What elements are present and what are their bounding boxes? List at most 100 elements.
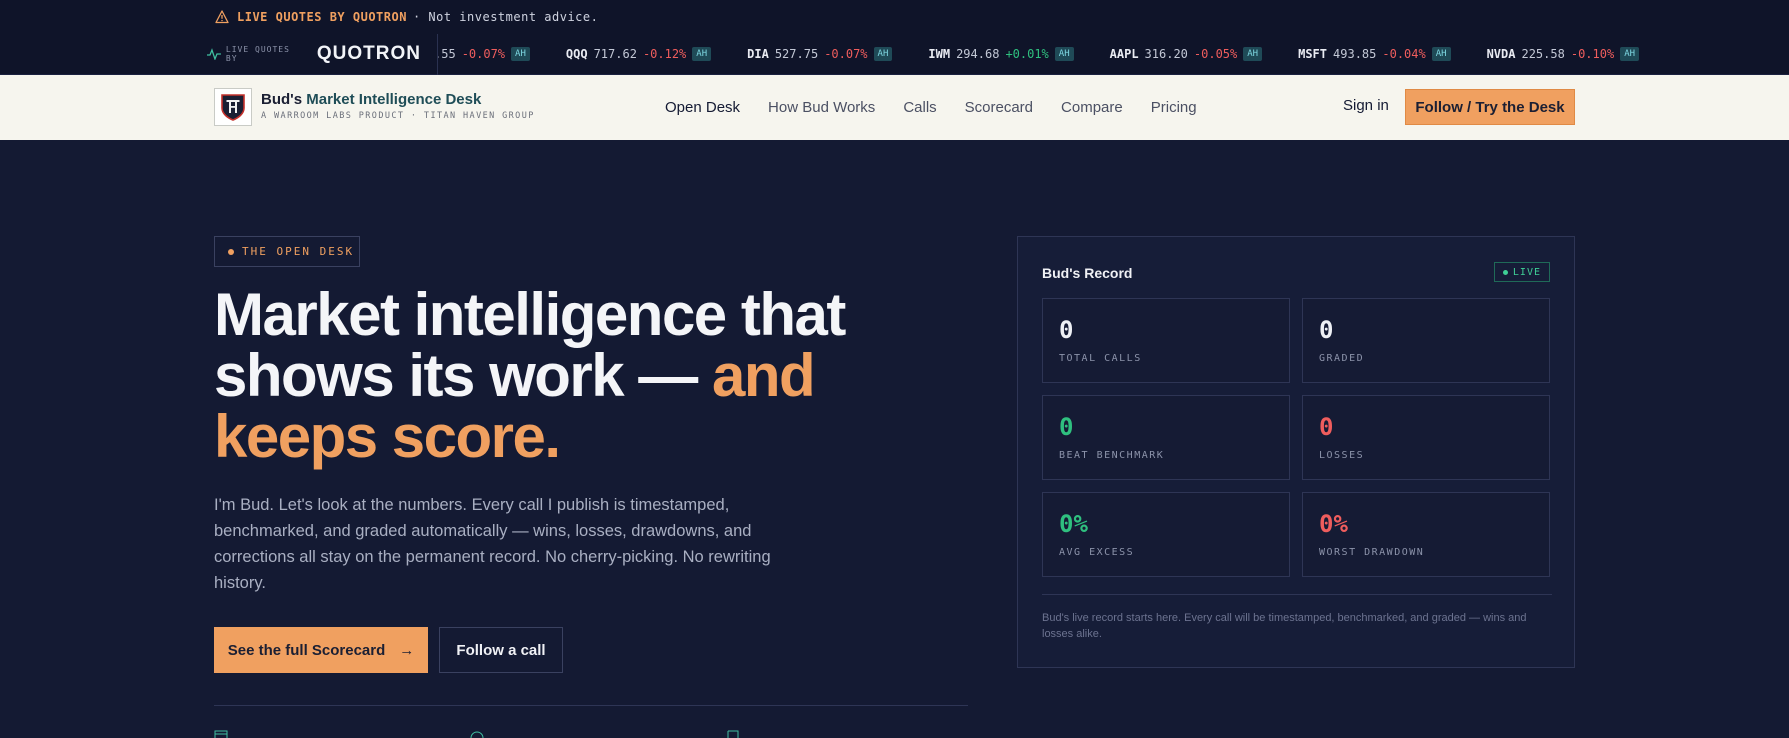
eyebrow-text: THE OPEN DESK bbox=[242, 245, 355, 258]
ticker-symbol: QQQ bbox=[565, 47, 588, 61]
eyebrow-badge: THE OPEN DESK bbox=[214, 236, 360, 267]
stat-value: 0 bbox=[1319, 413, 1334, 441]
follow-call-button[interactable]: Follow a call bbox=[439, 627, 563, 673]
ticker-badge: AH bbox=[1243, 47, 1263, 61]
nav-compare[interactable]: Compare bbox=[1061, 99, 1123, 116]
shield-logo-icon bbox=[221, 94, 245, 121]
ticker-price: 225.58 bbox=[1521, 47, 1565, 61]
see-scorecard-button[interactable]: See the full Scorecard → bbox=[214, 627, 428, 673]
ticker-badge: AH bbox=[873, 47, 893, 61]
ticker-brand-label: LIVE QUOTES BY bbox=[225, 45, 290, 63]
ticker-badge: AH bbox=[1620, 47, 1640, 61]
stat-label: WORST DRAWDOWN bbox=[1319, 547, 1425, 558]
sign-in-link[interactable]: Sign in bbox=[1343, 97, 1389, 114]
ticker-price: 493.85 bbox=[1333, 47, 1377, 61]
titan-haven-logo[interactable] bbox=[214, 88, 252, 126]
card-divider bbox=[1042, 594, 1552, 595]
stat-label: TOTAL CALLS bbox=[1059, 353, 1142, 364]
stat-label: LOSSES bbox=[1319, 450, 1365, 461]
ticker-symbol: MSFT bbox=[1298, 47, 1328, 61]
ticker-change: -0.05% bbox=[1193, 47, 1238, 61]
stat-avg-excess: 0% AVG EXCESS bbox=[1042, 492, 1290, 577]
stat-value: 0 bbox=[1319, 316, 1334, 344]
stat-graded: 0 GRADED bbox=[1302, 298, 1550, 383]
banner-strong-text: LIVE QUOTES BY QUOTRON bbox=[237, 10, 407, 24]
ticker-price: 527.75 bbox=[774, 47, 819, 61]
brand-name: Bud's bbox=[261, 91, 303, 108]
stat-label: AVG EXCESS bbox=[1059, 547, 1135, 558]
live-dot bbox=[1502, 269, 1508, 275]
ticker-change: -0.07% bbox=[824, 47, 868, 61]
record-card: Bud's Record LIVE 0 TOTAL CALLS 0 GRADED… bbox=[1017, 236, 1575, 668]
stat-beat-benchmark: 0 BEAT BENCHMARK bbox=[1042, 395, 1290, 480]
stats-grid: 0 TOTAL CALLS 0 GRADED 0 BEAT BENCHMARK … bbox=[1042, 298, 1552, 577]
navbar: Bud's Market Intelligence Desk A WARROOM… bbox=[0, 75, 1789, 140]
stat-label: BEAT BENCHMARK bbox=[1059, 450, 1165, 461]
ticker-badge: AH bbox=[1431, 47, 1451, 61]
stat-worst-drawdown: 0% WORST DRAWDOWN bbox=[1302, 492, 1550, 577]
disclaimer-banner: LIVE QUOTES BY QUOTRON · Not investment … bbox=[0, 0, 1789, 34]
brand-accent: Market Intelligence Desk bbox=[306, 91, 482, 108]
ticker-symbol: IWM bbox=[928, 47, 951, 61]
pulse-icon bbox=[207, 48, 221, 60]
nav-calls[interactable]: Calls bbox=[903, 99, 936, 116]
shield-icon bbox=[727, 730, 739, 738]
ticker-badge: AH bbox=[511, 47, 530, 61]
nav-links: Open Desk How Bud Works Calls Scorecard … bbox=[665, 75, 1225, 140]
stat-label: GRADED bbox=[1319, 353, 1365, 364]
see-scorecard-label: See the full Scorecard bbox=[227, 641, 386, 659]
brand-title: Bud's Market Intelligence Desk bbox=[261, 91, 535, 108]
ticker-symbol: NVDA bbox=[1486, 47, 1516, 61]
ticker-change: -0.07% bbox=[461, 47, 506, 61]
nav-open-desk[interactable]: Open Desk bbox=[665, 99, 740, 116]
ticker-price: .55 bbox=[438, 47, 456, 61]
ticker-change: -0.10% bbox=[1570, 47, 1615, 61]
ticker-change: -0.04% bbox=[1382, 47, 1426, 61]
ticker-price: 294.68 bbox=[956, 47, 1000, 61]
ticker-track: .55 -0.07% AH QQQ 717.62 -0.12% AH DIA 527.75 -0.… bbox=[438, 34, 1789, 75]
ticker-brand: LIVE QUOTES BY QUOTRON bbox=[0, 33, 438, 75]
record-note: Bud's live record starts here. Every cal… bbox=[1042, 612, 1527, 640]
ticker-item[interactable]: MSFT 493.85 -0.04% AH bbox=[1298, 47, 1451, 61]
ticker-item[interactable]: .55 -0.07% AH bbox=[438, 47, 530, 61]
ticker-change: -0.12% bbox=[642, 47, 687, 61]
stat-value: 0 bbox=[1059, 413, 1074, 441]
arrow-right-icon: → bbox=[399, 641, 415, 659]
quote-ticker: LIVE QUOTES BY QUOTRON .55 -0.07% AH QQQ 717… bbox=[0, 33, 1789, 75]
record-title: Bud's Record bbox=[1042, 265, 1133, 281]
live-text: LIVE bbox=[1512, 266, 1541, 278]
banner-rest-text: · Not investment advice. bbox=[412, 10, 599, 24]
ticker-symbol: DIA bbox=[747, 47, 769, 61]
ticker-badge: AH bbox=[1054, 47, 1074, 61]
stat-losses: 0 LOSSES bbox=[1302, 395, 1550, 480]
hero-title: Market intelligence that shows its work … bbox=[214, 284, 974, 467]
stat-value: 0 bbox=[1059, 316, 1074, 344]
nav-how-bud-works[interactable]: How Bud Works bbox=[768, 99, 875, 116]
brand[interactable]: Bud's Market Intelligence Desk A WARROOM… bbox=[261, 91, 535, 121]
follow-try-desk-button[interactable]: Follow / Try the Desk bbox=[1405, 89, 1575, 125]
ticker-item[interactable]: DIA 527.75 -0.07% AH bbox=[747, 47, 893, 61]
stat-value: 0% bbox=[1319, 510, 1348, 538]
nav-scorecard[interactable]: Scorecard bbox=[965, 99, 1033, 116]
ticker-item[interactable]: NVDA 225.58 -0.10% AH bbox=[1486, 47, 1640, 61]
ticker-change: +0.01% bbox=[1005, 47, 1049, 61]
stat-total-calls: 0 TOTAL CALLS bbox=[1042, 298, 1290, 383]
warning-icon bbox=[215, 10, 229, 24]
hero-body: I'm Bud. Let's look at the numbers. Ever… bbox=[214, 496, 771, 592]
brand-subtitle: A WARROOM LABS PRODUCT · TITAN HAVEN GRO… bbox=[261, 111, 535, 121]
calendar-icon bbox=[214, 730, 228, 738]
stat-value: 0% bbox=[1059, 510, 1088, 538]
hero-divider bbox=[214, 705, 968, 706]
clock-icon bbox=[470, 731, 484, 738]
live-badge: LIVE bbox=[1493, 262, 1550, 282]
ticker-item[interactable]: QQQ 717.62 -0.12% AH bbox=[565, 47, 712, 61]
ticker-price: 316.20 bbox=[1144, 47, 1188, 61]
nav-pricing[interactable]: Pricing bbox=[1151, 99, 1197, 116]
ticker-item[interactable]: AAPL 316.20 -0.05% AH bbox=[1109, 47, 1263, 61]
eyebrow-dot bbox=[228, 248, 234, 255]
ticker-symbol: AAPL bbox=[1109, 47, 1139, 61]
ticker-items: .55 -0.07% AH QQQ 717.62 -0.12% AH DIA 527.75 -0.… bbox=[438, 47, 1675, 61]
ticker-badge: AH bbox=[692, 47, 712, 61]
ticker-price: 717.62 bbox=[593, 47, 637, 61]
ticker-item[interactable]: IWM 294.68 +0.01% AH bbox=[928, 47, 1074, 61]
